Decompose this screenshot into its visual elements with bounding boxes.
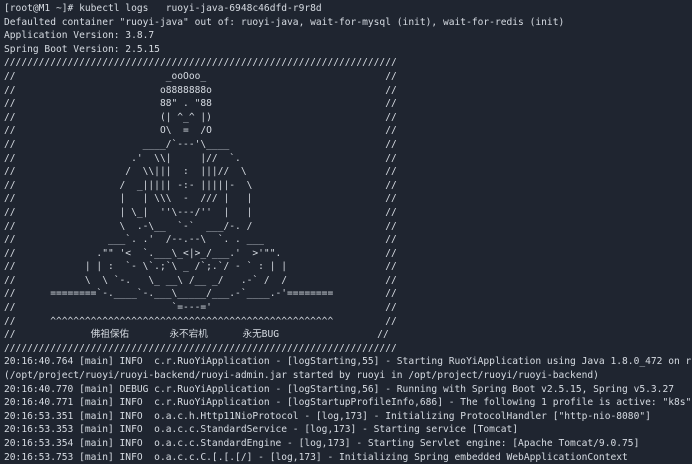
terminal-output-line: 20:16:40.770 [main] DEBUG c.r.RuoYiAppli…	[4, 383, 675, 395]
terminal-output-line: [root@M1 ~]# kubectl logs ruoyi-java-694…	[4, 3, 322, 14]
terminal-output-line: // ^^^^^^^^^^^^^^^^^^^^^^^^^^^^^^^^^^^^^…	[4, 315, 397, 327]
terminal-output-line: Application Version: 3.8.7	[4, 30, 155, 42]
terminal-output-line: 20:16:53.753 [main] INFO o.a.c.c.C.[.[.[…	[4, 451, 628, 463]
terminal-output-line: // | | \\\ - /// | | //	[4, 193, 397, 205]
terminal-output-line: // / \\||| : |||// \ //	[4, 166, 397, 178]
terminal-output-line: Spring Boot Version: 2.5.15	[4, 43, 160, 55]
terminal-output-line: 20:16:40.771 [main] INFO c.r.RuoYiApplic…	[4, 397, 692, 409]
terminal-output-line: ////////////////////////////////////////…	[4, 342, 397, 354]
terminal-output-line: // \ \ `-. \_ __\ /__ _/ .-` / / //	[4, 274, 397, 286]
terminal-output-line: // ========`-.____`-.___\_____/___.-`___…	[4, 288, 397, 300]
terminal-output-line: ////////////////////////////////////////…	[4, 57, 397, 69]
terminal-output-line: // o8888888o //	[4, 84, 397, 96]
terminal-output-line: 20:16:40.764 [main] INFO c.r.RuoYiApplic…	[4, 356, 692, 368]
terminal-output-line: (/opt/project/ruoyi/ruoyi-backend/ruoyi-…	[4, 370, 599, 382]
terminal-output-line: // ___`. .' /--.--\ `. . ___ //	[4, 234, 397, 246]
terminal-output-line: // / _||||| -:- |||||- \ //	[4, 179, 397, 191]
terminal-window[interactable]: [root@M1 ~]# kubectl logs ruoyi-java-694…	[0, 0, 692, 464]
terminal-output-line: // `=---=' //	[4, 302, 397, 314]
terminal-output-line: 20:16:53.354 [main] INFO o.a.c.c.Standar…	[4, 438, 640, 449]
terminal-output-line: // | \_| ''\---/'' | | //	[4, 206, 397, 218]
terminal-output-line: // ."" '< `.___\_<|>_/___.' >'"". //	[4, 247, 397, 259]
terminal-output-line: Defaulted container "ruoyi-java" out of:…	[4, 16, 565, 28]
terminal-output-line: // ____/`---'\____ //	[4, 138, 397, 150]
terminal-output-line: // 88" . "88 //	[4, 98, 397, 110]
terminal-output-line: // .' \\| |// `. //	[4, 152, 397, 164]
terminal-output-line: // O\ = /O //	[4, 125, 397, 137]
terminal-output-line: // _ooOoo_ //	[4, 70, 397, 82]
terminal-output-line: 20:16:53.353 [main] INFO o.a.c.c.Standar…	[4, 424, 519, 436]
terminal-output-line: // (| ^_^ |) //	[4, 111, 397, 123]
terminal-output-line: 20:16:53.351 [main] INFO o.a.c.h.Http11N…	[4, 410, 651, 422]
terminal-output-line: // | | : `- \`.;`\ _ /`;.`/ - ` : | | //	[4, 261, 397, 273]
terminal-output-line: // \ .-\__ `-` ___/-. / //	[4, 220, 397, 232]
terminal-output-line: // 佛祖保佑 永不宕机 永无BUG //	[4, 329, 389, 341]
